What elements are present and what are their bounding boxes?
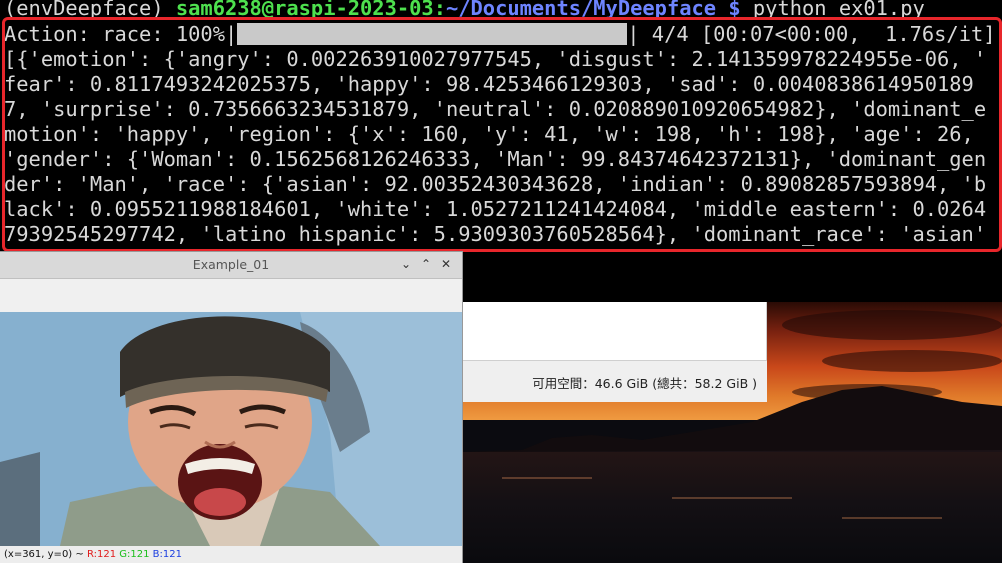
wallpaper-glint [842,517,942,519]
prompt-user-host: sam6238@raspi-2023-03 [175,0,434,20]
file-list-area[interactable] [462,302,767,361]
output-line: 'gender': {'Woman': 0.1562568126246333, … [4,147,987,171]
terminal-prompt-line: (envDeepface) sam6238@raspi-2023-03:~/Do… [4,0,925,21]
progress-suffix: | 4/4 [00:07<00:00, 1.76s/it] [627,22,996,46]
prompt-colon: : [433,0,446,20]
output-line: 79392545297742, 'latino hispanic': 5.930… [4,222,987,246]
prompt-env: (envDeepface) [4,0,164,20]
prompt-path: ~/Documents/MyDeepface [445,0,717,20]
window-statusbar: (x=361, y=0) ~ R:121 G:121 B:121 [0,546,462,563]
window-titlebar[interactable]: Example_01 ⌄ ⌃ ✕ [0,252,462,279]
output-line: lack': 0.0955211988184601, 'white': 1.05… [4,197,987,221]
output-line: der': 'Man', 'race': {'asian': 92.003524… [4,172,987,196]
progress-prefix: Action: race: 100%| [4,22,238,46]
prompt-command: python ex01.py [752,0,925,20]
opencv-image-window[interactable]: Example_01 ⌄ ⌃ ✕ (x=361, y=0) ~ R:121 G:… [0,252,462,563]
output-line: [{'emotion': {'angry': 0.002263910027977… [4,47,987,71]
face-photo-illustration [0,312,462,546]
progress-line: Action: race: 100%| | 4/4 [00:07<00:00, 1… [4,22,996,47]
wallpaper-glint [502,477,592,479]
close-icon[interactable]: ✕ [438,256,454,272]
free-space-status: 可用空間：46.6 GiB (總共：58.2 GiB ) [532,376,757,391]
status-coords: (x=361, y=0) ~ [4,549,84,560]
status-green-value: G:121 [119,549,150,560]
face-photo[interactable] [0,312,462,546]
status-blue-value: B:121 [152,549,182,560]
window-toolbar [0,279,462,312]
progress-bar [237,23,628,45]
wallpaper-glint [672,497,792,499]
maximize-icon[interactable]: ⌃ [418,256,434,272]
output-line: 7, 'surprise': 0.7356663234531879, 'neut… [4,97,987,121]
window-title: Example_01 [192,257,270,272]
prompt-dollar: $ [728,0,741,20]
status-red-value: R:121 [86,549,117,560]
output-line: fear': 0.8117493242025375, 'happy': 98.4… [4,72,974,96]
output-line: motion': 'happy', 'region': {'x': 160, '… [4,122,974,146]
wallpaper-sea [462,452,1002,563]
file-manager-window[interactable]: 可用空間：46.6 GiB (總共：58.2 GiB ) [462,302,767,402]
minimize-icon[interactable]: ⌄ [398,256,414,272]
